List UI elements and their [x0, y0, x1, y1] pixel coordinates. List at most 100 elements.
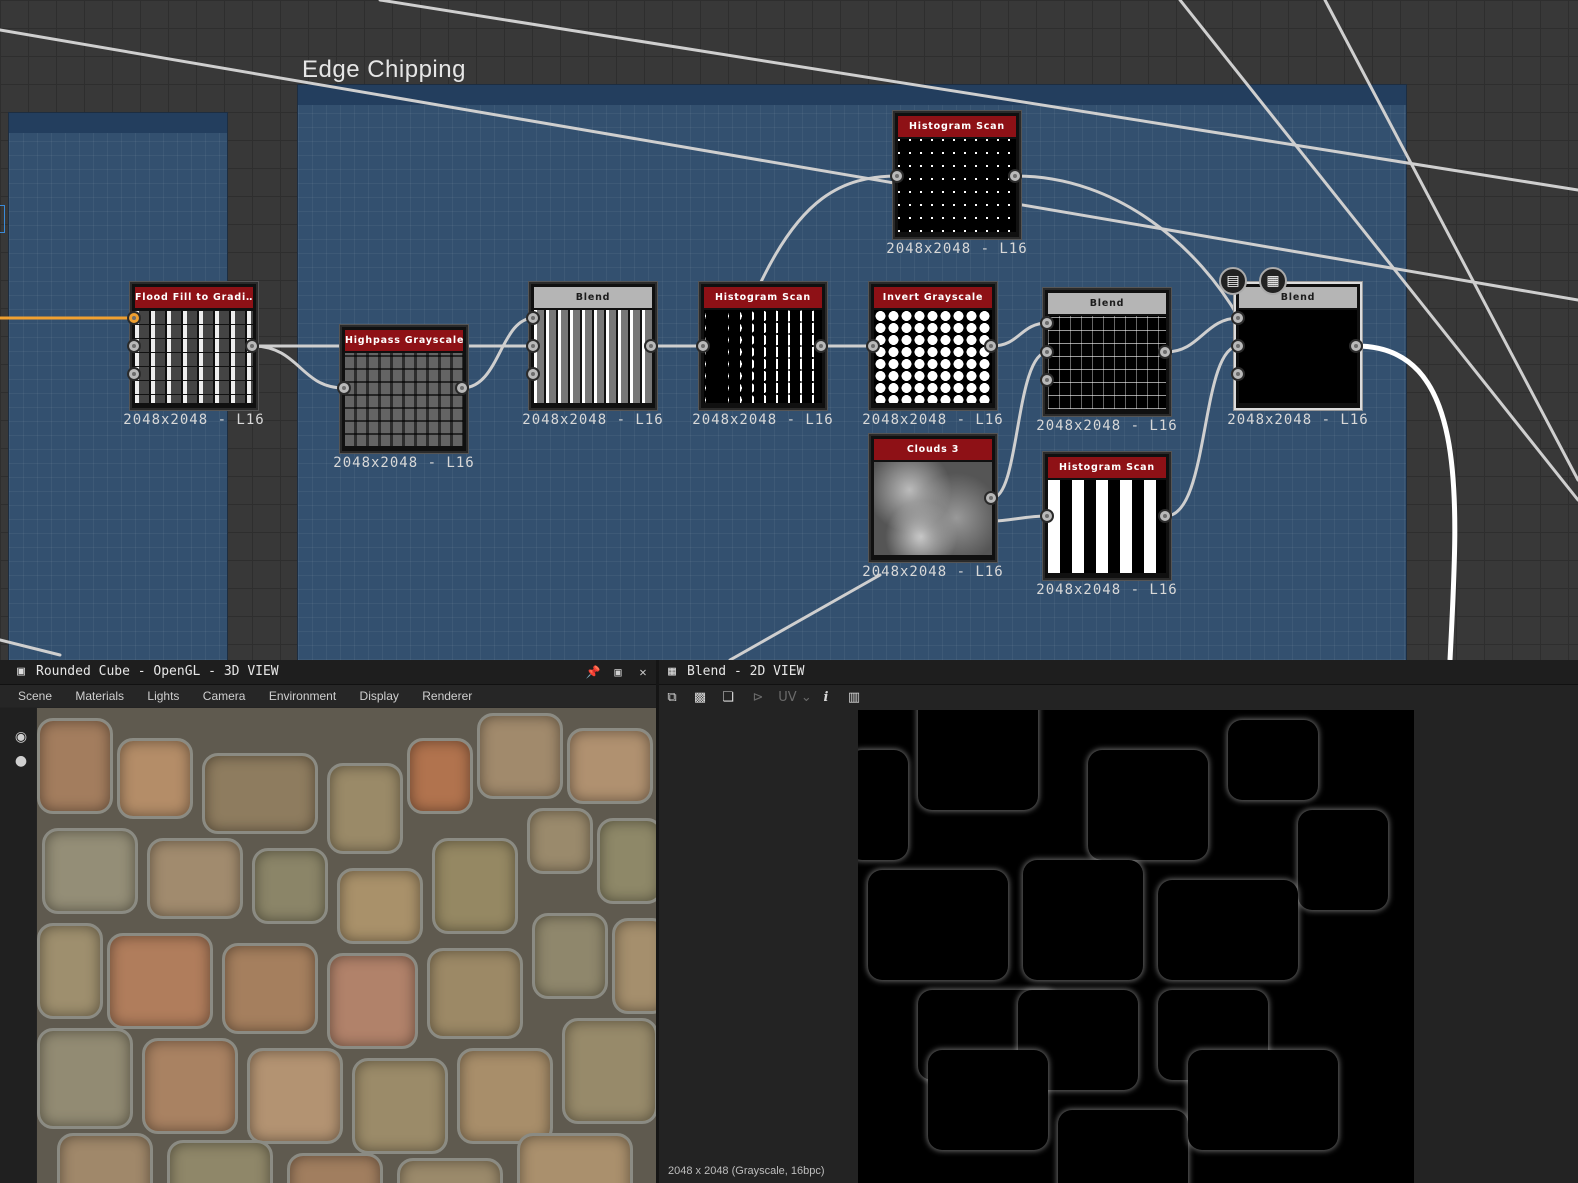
- node-title: Blend: [1048, 293, 1166, 314]
- checker-icon: ▦: [668, 664, 676, 679]
- light-icon[interactable]: ●: [12, 752, 30, 770]
- node-thumbnail: [898, 139, 1016, 232]
- stone: [432, 838, 518, 934]
- info-icon[interactable]: i: [819, 689, 833, 707]
- port-blend1-in-3[interactable]: [526, 367, 540, 381]
- node-histogram-scan-top[interactable]: Histogram Scan 2048x2048 - L16: [886, 111, 1027, 257]
- node-title: Histogram Scan: [898, 116, 1016, 137]
- chip-shape: [1188, 1050, 1338, 1150]
- stone: [562, 1018, 656, 1124]
- panel-3d-titlebar: ▣ Rounded Cube - OpenGL - 3D VIEW 📌 ▣ ✕: [0, 660, 656, 685]
- chip-shape: [1228, 720, 1318, 800]
- menu-lights[interactable]: Lights: [147, 685, 179, 707]
- node-size-label: 2048x2048 - L16: [1227, 412, 1369, 428]
- node-title: Highpass Grayscale: [345, 330, 463, 351]
- checker-icon[interactable]: ▦: [1259, 267, 1287, 295]
- viewport-2d-image[interactable]: [858, 710, 1414, 1183]
- node-histogram-scan-3[interactable]: Histogram Scan 2048x2048 - L16: [1036, 452, 1177, 598]
- port-hist1-out[interactable]: [814, 339, 828, 353]
- node-title: Histogram Scan: [1048, 457, 1166, 478]
- close-icon[interactable]: ✕: [634, 663, 652, 681]
- port-blend1-in-2[interactable]: [526, 339, 540, 353]
- viewport-3d-render[interactable]: [37, 708, 656, 1183]
- stone: [37, 718, 113, 814]
- wire-highpass-blend: [460, 316, 536, 390]
- node-thumbnail: [1239, 310, 1357, 403]
- node-highpass-grayscale[interactable]: Highpass Grayscale 2048x2048 - L16: [333, 325, 474, 471]
- port-blend2-in-2[interactable]: [1040, 345, 1054, 359]
- node-thumbnail: [135, 310, 253, 403]
- node-thumbnail: [1048, 480, 1166, 573]
- port-highpass-out[interactable]: [455, 381, 469, 395]
- menu-environment[interactable]: Environment: [269, 685, 336, 707]
- stone: [352, 1058, 448, 1154]
- node-blend-1[interactable]: Blend 2048x2048 - L16: [522, 282, 663, 428]
- doc-icon[interactable]: ▤: [1219, 267, 1247, 295]
- fit-view-icon[interactable]: ⧉: [663, 689, 681, 707]
- port-histtop-out[interactable]: [1008, 169, 1022, 183]
- port-blend2-in-1[interactable]: [1040, 316, 1054, 330]
- port-hist1-in[interactable]: [696, 339, 710, 353]
- chip-shape: [1058, 1110, 1188, 1183]
- stone: [517, 1133, 633, 1183]
- wire-bg-5: [0, 638, 62, 657]
- status-text: 2048 x 2048 (Grayscale, 16bpc): [668, 1165, 825, 1177]
- menu-display[interactable]: Display: [360, 685, 399, 707]
- pin-icon[interactable]: 📌: [584, 663, 602, 681]
- chip-shape: [1158, 880, 1298, 980]
- port-blend2-out[interactable]: [1158, 345, 1172, 359]
- port-flood-in-1[interactable]: [127, 311, 141, 325]
- node-flood-fill[interactable]: Flood Fill to Gradi… 2048x2048 - L16: [123, 282, 264, 428]
- node-histogram-scan-1[interactable]: Histogram Scan 2048x2048 - L16: [692, 282, 833, 428]
- node-size-label: 2048x2048 - L16: [333, 455, 475, 471]
- stone: [567, 728, 653, 804]
- port-blend2-in-3[interactable]: [1040, 373, 1054, 387]
- port-histtop-in[interactable]: [890, 169, 904, 183]
- stone: [142, 1038, 238, 1134]
- port-blend3-out[interactable]: [1349, 339, 1363, 353]
- node-graph-canvas[interactable]: Edge Chipping Flood Fill to Gradi… 2048x…: [0, 0, 1578, 660]
- port-blend3-in-1[interactable]: [1231, 311, 1245, 325]
- port-blend3-in-3[interactable]: [1231, 367, 1245, 381]
- chip-shape: [1298, 810, 1388, 910]
- stone: [612, 918, 656, 1014]
- menu-materials[interactable]: Materials: [75, 685, 124, 707]
- node-blend-3[interactable]: Blend 2048x2048 - L16: [1227, 282, 1368, 428]
- wire-flood-highpass: [250, 344, 346, 390]
- stone: [427, 948, 523, 1039]
- node-clouds-3[interactable]: Clouds 3 2048x2048 - L16: [862, 434, 1003, 580]
- node-thumbnail: [874, 462, 992, 555]
- copy-icon[interactable]: ❏: [719, 689, 737, 707]
- stone: [527, 808, 593, 874]
- port-hist3-out[interactable]: [1158, 509, 1172, 523]
- port-blend3-in-2[interactable]: [1231, 339, 1245, 353]
- port-invert-out[interactable]: [984, 339, 998, 353]
- camera-icon[interactable]: ◉: [12, 728, 30, 746]
- histogram-icon[interactable]: ▥: [845, 689, 863, 707]
- port-highpass-in[interactable]: [337, 381, 351, 395]
- node-size-label: 2048x2048 - L16: [123, 412, 265, 428]
- port-flood-out[interactable]: [245, 339, 259, 353]
- port-flood-in-2[interactable]: [127, 339, 141, 353]
- node-blend-2[interactable]: Blend 2048x2048 - L16: [1036, 288, 1177, 434]
- stone: [252, 848, 328, 924]
- port-blend1-in-1[interactable]: [526, 311, 540, 325]
- stone: [287, 1153, 383, 1183]
- menu-scene[interactable]: Scene: [18, 685, 52, 707]
- menu-renderer[interactable]: Renderer: [422, 685, 472, 707]
- uv-dropdown[interactable]: UV ⌄: [777, 689, 813, 707]
- share-icon: ⊳: [752, 690, 764, 705]
- port-clouds-out[interactable]: [984, 491, 998, 505]
- port-invert-in[interactable]: [866, 339, 880, 353]
- menu-camera[interactable]: Camera: [203, 685, 246, 707]
- node-invert-grayscale[interactable]: Invert Grayscale 2048x2048 - L16: [862, 282, 1003, 428]
- panel-3d-toolbar: ◉ ●: [0, 708, 36, 1183]
- restore-icon[interactable]: ▣: [609, 663, 627, 681]
- panel-3d-menubar: Scene Materials Lights Camera Environmen…: [0, 685, 656, 707]
- port-hist3-in[interactable]: [1040, 509, 1054, 523]
- chip-shape: [1023, 860, 1143, 980]
- wire-bottom-clouds: [728, 573, 882, 660]
- port-blend1-out[interactable]: [644, 339, 658, 353]
- port-flood-in-3[interactable]: [127, 367, 141, 381]
- save-icon[interactable]: ▩: [691, 689, 709, 707]
